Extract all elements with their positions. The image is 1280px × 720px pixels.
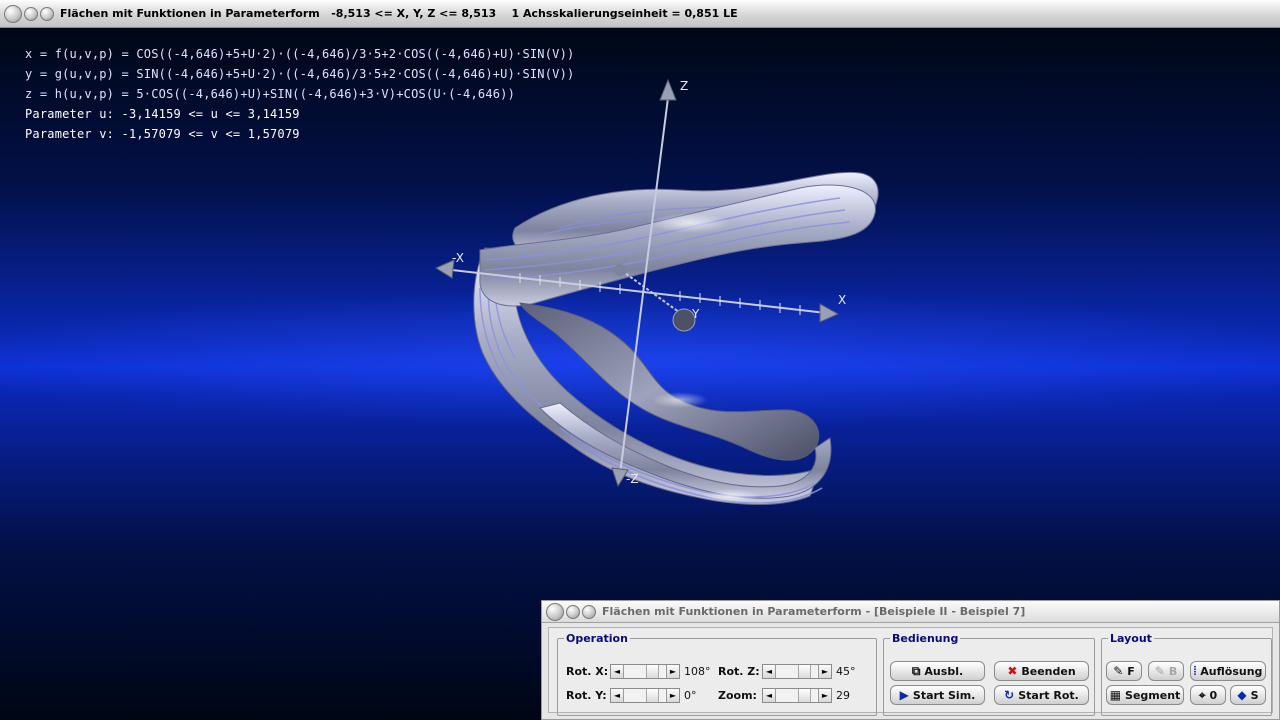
segment-label: Segment xyxy=(1125,688,1181,702)
resolution-icon: ⦙ xyxy=(1193,664,1197,678)
z-axis xyxy=(611,78,677,488)
rot-z-right-arrow-icon[interactable]: ► xyxy=(818,665,831,678)
panel-menu-button[interactable] xyxy=(546,602,564,621)
rot-x-scrollbar[interactable]: ◄ ► xyxy=(610,664,680,679)
operation-legend: Operation xyxy=(566,632,628,645)
hide-window-icon: ⧉ xyxy=(911,664,921,678)
rot-x-right-arrow-icon[interactable]: ► xyxy=(666,665,679,678)
rot-z-left-arrow-icon[interactable]: ◄ xyxy=(763,665,776,678)
start-rot-label: Start Rot. xyxy=(1018,688,1079,702)
layout-group: Layout ✎ F ✎ B ⦙ Auflösung ▦ Segment ⌖ 0 xyxy=(1101,632,1272,716)
rot-x-label: Rot. X: xyxy=(566,665,609,678)
rot-x-left-arrow-icon[interactable]: ◄ xyxy=(611,665,624,678)
minimize-button[interactable] xyxy=(24,6,38,21)
bedienung-group: Bedienung ⧉ Ausbl. ✖ Beenden ▶ Start Sim… xyxy=(883,632,1095,716)
rot-z-label: Rot. Z: xyxy=(718,665,760,678)
beenden-button[interactable]: ✖ Beenden xyxy=(994,661,1089,681)
surface-f-label: F xyxy=(1127,664,1135,678)
surface-f-button[interactable]: ✎ F xyxy=(1106,661,1142,681)
neg-z-axis-label: -Z xyxy=(626,472,639,486)
rot-y-scrollbar[interactable]: ◄ ► xyxy=(610,688,680,703)
shading-s-button[interactable]: ◆ S xyxy=(1230,685,1266,705)
ausblenden-label: Ausbl. xyxy=(924,664,964,678)
crosshair-icon: ⌖ xyxy=(1198,688,1206,702)
rot-y-value: 0° xyxy=(684,689,697,702)
zoom-scrollbar[interactable]: ◄ ► xyxy=(762,688,832,703)
segment-button[interactable]: ▦ Segment xyxy=(1106,685,1184,705)
origin-button[interactable]: ⌖ 0 xyxy=(1190,685,1226,705)
surface-b-button[interactable]: ✎ B xyxy=(1148,661,1184,681)
brush-icon: ✎ xyxy=(1154,664,1165,678)
main-title-bar: Flächen mit Funktionen in Parameterform … xyxy=(0,0,1280,28)
zoom-label: Zoom: xyxy=(718,689,757,702)
start-sim-label: Start Sim. xyxy=(912,688,976,702)
ausblenden-button[interactable]: ⧉ Ausbl. xyxy=(890,661,985,681)
panel-minimize-button[interactable] xyxy=(566,604,580,619)
control-panel-title: Flächen mit Funktionen in Parameterform … xyxy=(602,605,1026,618)
shading-s-label: S xyxy=(1250,688,1259,702)
close-icon: ✖ xyxy=(1007,664,1018,678)
surface-b-label: B xyxy=(1168,664,1178,678)
y-axis-label: Y xyxy=(691,307,700,321)
zoom-value: 29 xyxy=(836,689,850,702)
window-menu-button[interactable] xyxy=(4,4,22,23)
rotate-icon: ↻ xyxy=(1004,688,1015,702)
control-panel-title-bar: Flächen mit Funktionen in Parameterform … xyxy=(542,601,1279,623)
zoom-left-arrow-icon[interactable]: ◄ xyxy=(763,689,776,702)
bedienung-legend: Bedienung xyxy=(892,632,959,645)
aufloesung-label: Auflösung xyxy=(1200,664,1263,678)
control-panel-window: Flächen mit Funktionen in Parameterform … xyxy=(541,600,1280,720)
neg-x-axis-label: -X xyxy=(452,251,464,265)
zoom-thumb[interactable] xyxy=(798,689,811,702)
rot-y-label: Rot. Y: xyxy=(566,689,607,702)
rot-y-left-arrow-icon[interactable]: ◄ xyxy=(611,689,624,702)
rot-z-thumb[interactable] xyxy=(798,665,811,678)
rot-z-value: 45° xyxy=(836,665,856,678)
z-axis-label: Z xyxy=(680,79,688,93)
beenden-label: Beenden xyxy=(1021,664,1076,678)
aufloesung-button[interactable]: ⦙ Auflösung xyxy=(1190,661,1266,681)
rot-x-value: 108° xyxy=(684,665,711,678)
paint-icon: ✎ xyxy=(1113,664,1124,678)
control-panel-body: Operation Rot. X: ◄ ► 108° Rot. Y: ◄ ► 0… xyxy=(548,627,1273,716)
rot-y-right-arrow-icon[interactable]: ► xyxy=(666,689,679,702)
operation-group: Operation Rot. X: ◄ ► 108° Rot. Y: ◄ ► 0… xyxy=(557,632,877,716)
layout-legend: Layout xyxy=(1110,632,1152,645)
start-rot-button[interactable]: ↻ Start Rot. xyxy=(994,685,1089,705)
x-axis-label: X xyxy=(838,293,846,307)
play-icon: ▶ xyxy=(899,688,909,702)
zoom-right-arrow-icon[interactable]: ► xyxy=(818,689,831,702)
rot-x-thumb[interactable] xyxy=(646,665,659,678)
start-sim-button[interactable]: ▶ Start Sim. xyxy=(890,685,985,705)
panel-maximize-button[interactable] xyxy=(582,604,596,619)
maximize-button[interactable] xyxy=(40,6,54,21)
origin-label: 0 xyxy=(1209,688,1218,702)
grid-icon: ▦ xyxy=(1109,688,1122,702)
window-title: Flächen mit Funktionen in Parameterform … xyxy=(60,7,738,20)
rot-y-thumb[interactable] xyxy=(646,689,659,702)
cube-icon: ◆ xyxy=(1237,688,1247,702)
rot-z-scrollbar[interactable]: ◄ ► xyxy=(762,664,832,679)
